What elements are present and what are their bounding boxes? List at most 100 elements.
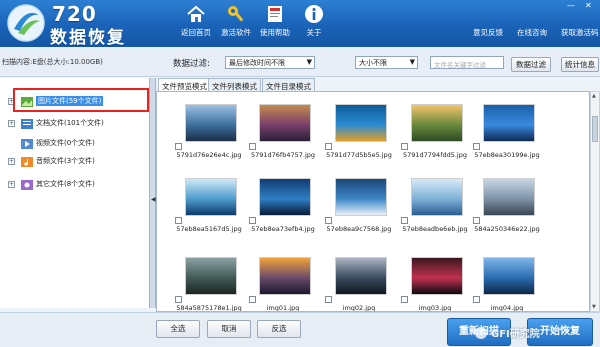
file-thumbnail[interactable]: 57eb8ea73efb4.jpg [249,178,315,238]
thumbnail-image[interactable] [411,104,463,142]
thumbnail-image[interactable] [483,178,535,216]
thumbnail-image[interactable] [483,257,535,295]
file-thumbnail[interactable]: 5791d7794fdd5.jpg [401,104,467,164]
cancel-button[interactable]: 取消 [207,320,251,338]
time-filter-value: 最后修改时间不限 [229,59,285,67]
file-checkbox[interactable] [249,296,256,303]
file-thumbnail[interactable]: 584a250346e22.jpg [473,178,540,238]
file-checkbox[interactable] [473,296,480,303]
minimize-button[interactable]: — [567,1,575,10]
file-thumbnail[interactable]: 57eb8ea5167d5.jpg [175,178,242,238]
collapse-arrow-icon[interactable]: ◀ [151,196,156,203]
file-checkbox[interactable] [175,143,182,150]
toolbar-help-button[interactable]: 使用帮助 [257,4,293,38]
thumbnail-image[interactable] [185,178,237,216]
tab-directory[interactable]: 文件目录模式 [262,78,315,91]
file-name: 57eb8ea9c7568.jpg [326,225,392,233]
file-checkbox[interactable] [401,143,408,150]
tree-item-label: 音频文件(3个文件) [36,157,95,165]
file-checkbox[interactable] [473,143,480,150]
tree-item-videos[interactable]: 视频文件(0个文件) [8,136,95,150]
file-name: 57eb8ea30199e.jpg [474,151,540,159]
consult-link[interactable]: 在线咨询 [517,27,547,38]
file-checkbox[interactable] [249,143,256,150]
file-name: img01.jpg [266,304,300,312]
thumbnail-image[interactable] [335,104,387,142]
thumbnail-image[interactable] [259,257,311,295]
highlight-box [13,88,149,112]
tree-item-others[interactable]: + 其它文件(8个文件) [8,177,95,191]
wechat-icon [475,326,487,339]
file-checkbox[interactable] [473,217,480,224]
scroll-up-icon[interactable]: ▲ [592,93,596,99]
thumbnail-image[interactable] [411,178,463,216]
tree-item-documents[interactable]: + 文档文件(101个文件) [8,116,104,130]
close-button[interactable]: ✕ [585,1,592,10]
data-filter-button[interactable]: 数据过滤 [511,57,551,72]
vertical-scrollbar[interactable]: ▲ ▼ [590,91,600,312]
toolbar-home-button[interactable]: 返回首页 [178,4,214,38]
thumbnail-image[interactable] [335,178,387,216]
expand-icon[interactable] [8,140,15,147]
invert-selection-button[interactable]: 反选 [257,320,301,338]
file-checkbox[interactable] [175,217,182,224]
tab-preview[interactable]: 文件预览模式 [158,78,211,91]
thumbnail-image[interactable] [483,104,535,142]
statistics-button[interactable]: 统计信息 [561,57,599,72]
file-thumbnail[interactable]: img02.jpg [325,257,387,311]
tree-item-label: 视频文件(0个文件) [36,139,95,147]
select-all-button[interactable]: 全选 [156,320,200,338]
file-checkbox[interactable] [401,296,408,303]
thumbnail-image[interactable] [335,257,387,295]
file-thumbnail[interactable]: 57eb8eadbe6eb.jpg [401,178,468,238]
view-tabs: 文件预览模式 文件列表模式 文件目录模式 [156,78,600,91]
file-checkbox[interactable] [325,217,332,224]
expand-icon[interactable]: + [8,180,15,188]
filename-filter-input[interactable]: 文件名关键字过滤 [430,56,504,69]
file-thumbnail[interactable]: 57eb8ea9c7568.jpg [325,178,391,238]
toolbar-activate-button[interactable]: 激活软件 [218,4,254,38]
file-name: 57eb8ea5167d5.jpg [176,225,242,233]
thumbnail-image[interactable] [411,257,463,295]
info-icon [305,5,323,23]
toolbar-home-label: 返回首页 [181,28,211,37]
watermark-text: GFI研究院 [491,329,540,340]
file-thumbnail[interactable]: 57eb8ea30199e.jpg [473,104,540,164]
file-thumbnail[interactable]: 5791d76fb4757.jpg [249,104,315,164]
tab-list[interactable]: 文件列表模式 [208,78,261,91]
tree-item-label: 其它文件(8个文件) [36,180,95,188]
watermark: GFI研究院 [475,325,540,340]
file-checkbox[interactable] [249,217,256,224]
file-checkbox[interactable] [175,296,182,303]
file-thumbnail[interactable]: img04.jpg [473,257,535,311]
file-name: 5791d77d5b5e5.jpg [326,151,392,159]
thumbnail-image[interactable] [185,257,237,295]
file-checkbox[interactable] [325,143,332,150]
tree-item-audio[interactable]: + 音频文件(3个文件) [8,154,95,168]
size-filter-select[interactable]: 大小不限 ▼ [355,56,418,69]
feedback-link[interactable]: 意见反馈 [473,27,503,38]
thumbnail-image[interactable] [185,104,237,142]
tree-item-label: 文档文件(101个文件) [36,119,104,127]
time-filter-select[interactable]: 最后修改时间不限 ▼ [225,56,315,69]
file-thumbnail[interactable]: img03.jpg [401,257,463,311]
audio-folder-icon [21,156,33,167]
file-thumbnail[interactable]: img01.jpg [249,257,311,311]
file-checkbox[interactable] [325,296,332,303]
thumbnail-image[interactable] [259,104,311,142]
file-checkbox[interactable] [401,217,408,224]
file-thumbnail[interactable]: 5791d76e26e4c.jpg [175,104,242,164]
toolbar-about-label: 关于 [306,28,322,37]
scan-info-label: 扫描内容:E盘(总大小:10.00GB) [2,58,103,66]
file-thumbnail[interactable]: 5791d77d5b5e5.jpg [325,104,392,164]
thumbnail-image[interactable] [259,178,311,216]
expand-icon[interactable]: + [8,157,15,165]
file-thumbnail[interactable]: 584a5875178e1.jpg [175,257,242,311]
logo-text: 数据恢复 [50,28,126,48]
chevron-down-icon: ▼ [306,58,312,66]
toolbar-about-button[interactable]: 关于 [296,4,332,38]
expand-icon[interactable]: + [8,119,15,127]
scroll-down-icon[interactable]: ▼ [592,304,596,310]
scroll-thumb[interactable] [592,116,598,142]
activation-code-link[interactable]: 获取激活码 [561,27,599,38]
